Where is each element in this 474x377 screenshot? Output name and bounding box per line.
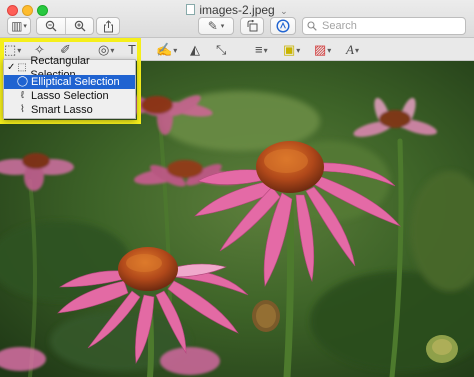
text-style-icon: A [346, 42, 354, 57]
search-placeholder: Search [322, 20, 357, 32]
zoom-in-icon [74, 20, 85, 32]
zoom-out-icon [45, 20, 57, 32]
rotate-icon [247, 20, 257, 32]
zoom-in-button[interactable] [65, 18, 93, 34]
chevron-down-icon: ▾ [263, 46, 268, 55]
fill-color-button[interactable]: ▨▾ [314, 42, 331, 57]
menu-item-label: Elliptical Selection [31, 76, 120, 88]
border-color-button[interactable]: ▣▾ [283, 42, 300, 57]
checkmark-icon: ✓ [7, 62, 16, 73]
signature-icon: ✍ [156, 42, 173, 57]
highlight-button[interactable]: ✎ ▾ [198, 17, 234, 35]
search-field[interactable]: Search [302, 17, 466, 35]
zoom-group [36, 17, 94, 35]
chevron-down-icon: ▾ [173, 46, 178, 55]
adjust-size-icon: ⤡ [216, 42, 227, 57]
pen-icon: ✎ [207, 19, 218, 33]
line-style-icon: ≡ [255, 42, 263, 57]
menu-item-label: Smart Lasso [31, 104, 93, 116]
share-button[interactable] [96, 17, 120, 35]
chevron-down-icon: ▾ [220, 23, 225, 30]
chevron-down-icon: ▾ [23, 23, 27, 30]
menu-item-elliptical-selection[interactable]: ◯ Elliptical Selection [4, 75, 135, 89]
text-style-button[interactable]: A▾ [346, 42, 359, 57]
smart-lasso-icon: ⌇ [20, 104, 25, 115]
title-toolbar: images-2.jpeg ⌄ ▥ ▾ ✎ ▾ Search [0, 0, 474, 38]
ellipse-selection-icon: ◯ [16, 76, 29, 87]
rectangle-selection-icon: ⬚ [17, 62, 27, 73]
chevron-down-icon: ▾ [354, 46, 359, 55]
zoom-out-button[interactable] [37, 18, 65, 34]
selection-tools-menu: ✓ ⬚ Rectangular Selection ◯ Elliptical S… [3, 55, 136, 119]
rotate-button[interactable] [240, 17, 264, 35]
menu-item-label: Lasso Selection [31, 90, 109, 102]
lasso-icon: ℓ [20, 90, 25, 101]
chevron-down-icon: ▾ [327, 46, 332, 55]
window-title-text: images-2.jpeg [199, 3, 275, 17]
chevron-down-icon: ▾ [296, 46, 301, 55]
share-icon [103, 19, 113, 32]
sidebar-icon: ▥ [11, 19, 23, 33]
window-title[interactable]: images-2.jpeg ⌄ [0, 3, 474, 17]
menu-item-smart-lasso[interactable]: ⌇ Smart Lasso [4, 103, 135, 117]
markup-toggle-button[interactable] [270, 17, 296, 35]
border-color-icon: ▣ [283, 42, 296, 57]
title-chevron-icon: ⌄ [280, 6, 288, 16]
menu-item-rectangular-selection[interactable]: ✓ ⬚ Rectangular Selection [4, 55, 135, 81]
fill-color-icon: ▨ [314, 42, 327, 57]
adjust-color-icon: ◭ [190, 42, 200, 57]
menu-item-lasso-selection[interactable]: ℓ Lasso Selection [4, 89, 135, 103]
adjust-color-button[interactable]: ◭ [190, 42, 200, 57]
sign-button[interactable]: ✍▾ [156, 42, 177, 57]
document-icon [186, 4, 196, 15]
markup-icon [276, 19, 290, 33]
line-style-button[interactable]: ≡▾ [255, 42, 268, 57]
sidebar-button[interactable]: ▥ ▾ [7, 17, 31, 35]
search-icon [307, 21, 317, 31]
adjust-size-button[interactable]: ⤡ [216, 42, 226, 57]
